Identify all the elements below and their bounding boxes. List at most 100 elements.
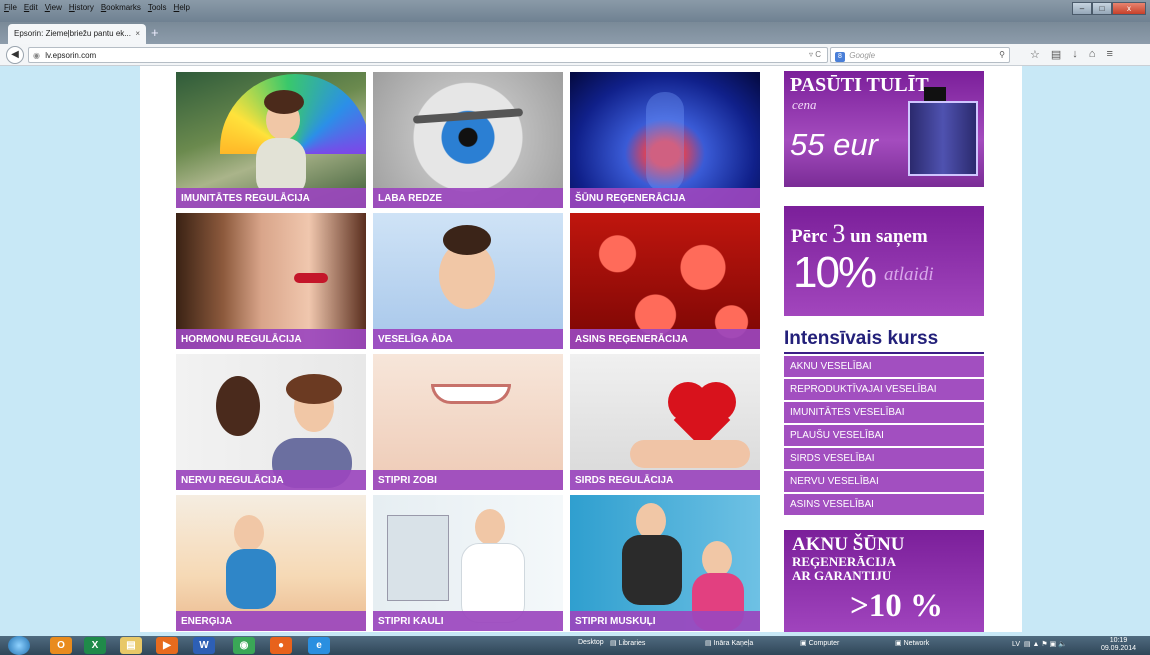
course-link-blood[interactable]: ASINS VESELĪBAI <box>784 494 984 515</box>
menu-help[interactable]: Help <box>174 3 190 12</box>
promo-line-3: AR GARANTIJU <box>792 568 892 583</box>
user-folder-taskbar-item[interactable]: ▤ Ināra Kaņeļa <box>705 639 753 647</box>
desktop-toolbar-label[interactable]: Desktop <box>578 639 604 646</box>
computer-label: Computer <box>808 640 840 647</box>
computer-taskbar-item[interactable]: ▣ Computer <box>800 639 839 647</box>
menu-tools[interactable]: Tools <box>148 3 167 12</box>
course-link-lungs[interactable]: PLAUŠU VESELĪBAI <box>784 425 984 446</box>
home-icon[interactable]: ⌂ <box>1089 48 1096 61</box>
promo-title: PASŪTI TULĪT <box>790 74 929 96</box>
bookmarks-list-icon[interactable]: ▤ <box>1051 48 1061 61</box>
minimize-button[interactable]: – <box>1072 2 1092 15</box>
course-link-nerves[interactable]: NERVU VESELĪBAI <box>784 471 984 492</box>
excel-icon[interactable]: X <box>84 637 106 654</box>
navigation-bar: ◀ ◉ lv.epsorin.com ▿ C 8 Google ⚲ ☆ ▤ ↓ … <box>0 44 1150 66</box>
liver-regeneration-banner[interactable]: AKNU ŠŪNU REĢENERĀCIJA AR GARANTIJU >10 … <box>784 530 984 632</box>
product-bottle-image <box>908 101 978 176</box>
tile-label: HORMONU REGULĀCIJA <box>176 329 366 349</box>
tab-close-icon[interactable]: × <box>135 29 140 39</box>
promo-title-prefix: Pērc <box>791 226 828 247</box>
download-icon[interactable]: ↓ <box>1072 48 1078 61</box>
tile-label: NERVU REGULĀCIJA <box>176 470 366 490</box>
tile-label: SIRDS REGULĀCIJA <box>570 470 760 490</box>
url-text: lv.epsorin.com <box>45 51 97 60</box>
tile-immunity[interactable]: IMUNITĀTES REGULĀCIJA <box>176 72 366 208</box>
tile-bones[interactable]: STIPRI KAULI <box>373 495 563 631</box>
system-tray: LV ▤ ▲ ⚑ ▣ 🔈 <box>1012 641 1067 648</box>
outlook-icon[interactable]: O <box>50 637 72 654</box>
course-list: AKNU VESELĪBAI REPRODUKTĪVAJAI VESELĪBAI… <box>784 356 984 517</box>
tab-strip: Epsorin: Ziemeļbriežu pantu ek... × + <box>0 22 1150 44</box>
menu-file[interactable]: File <box>4 3 17 12</box>
hair-shape <box>443 225 491 255</box>
language-indicator[interactable]: LV <box>1012 641 1020 648</box>
libraries-taskbar-item[interactable]: ▤ Libraries <box>610 639 645 647</box>
reload-icon[interactable]: ▿ C <box>809 50 821 59</box>
new-tab-button[interactable]: + <box>151 25 159 40</box>
menu-bar: File Edit View History Bookmarks Tools H… <box>4 3 190 12</box>
lips-shape <box>294 273 328 283</box>
tile-hormones[interactable]: HORMONU REGULĀCIJA <box>176 213 366 349</box>
menu-history[interactable]: History <box>69 3 94 12</box>
word-icon[interactable]: W <box>193 637 215 654</box>
promo-price: 55 eur <box>790 127 878 162</box>
address-bar[interactable]: ◉ lv.epsorin.com ▿ C <box>28 47 828 63</box>
promo-title: Pērc 3 un saņem <box>791 219 928 249</box>
network-label: Network <box>903 640 930 647</box>
menu-bookmarks[interactable]: Bookmarks <box>101 3 141 12</box>
close-window-button[interactable]: x <box>1112 2 1146 15</box>
tile-energy[interactable]: ENERĢIJA <box>176 495 366 631</box>
hair-shape <box>264 90 304 114</box>
teeth-shape <box>431 384 511 404</box>
menu-edit[interactable]: Edit <box>24 3 38 12</box>
search-input[interactable]: 8 Google ⚲ <box>830 47 1010 63</box>
xray-film-icon <box>387 515 449 601</box>
hair-shape <box>286 374 342 404</box>
clock-date: 09.09.2014 <box>1100 645 1136 652</box>
tile-heart[interactable]: SIRDS REGULĀCIJA <box>570 354 760 490</box>
media-player-icon[interactable]: ▶ <box>156 637 178 654</box>
tile-label: ŠŪNU REĢENERĀCIJA <box>570 188 760 208</box>
eyelid-shape <box>412 108 524 124</box>
menu-view[interactable]: View <box>45 3 62 12</box>
back-arrow-icon[interactable]: ◀ <box>6 46 24 64</box>
chrome-icon[interactable]: ◉ <box>233 637 255 654</box>
tile-label: STIPRI KAULI <box>373 611 563 631</box>
order-now-banner[interactable]: PASŪTI TULĪT cena 55 eur <box>784 71 984 187</box>
woman-face-image <box>234 515 264 551</box>
firefox-icon[interactable]: ● <box>270 637 292 654</box>
discount-banner[interactable]: Pērc 3 un saņem 10% atlaidi <box>784 206 984 316</box>
ie-icon[interactable]: e <box>308 637 330 654</box>
tile-label: ENERĢIJA <box>176 611 366 631</box>
tile-blood[interactable]: ASINS REĢENERĀCIJA <box>570 213 760 349</box>
tile-teeth[interactable]: STIPRI ZOBI <box>373 354 563 490</box>
clock[interactable]: 10:19 09.09.2014 <box>1101 637 1136 653</box>
course-link-reproductive[interactable]: REPRODUKTĪVAJAI VESELĪBAI <box>784 379 984 400</box>
tile-label: ASINS REĢENERĀCIJA <box>570 329 760 349</box>
libraries-label: Libraries <box>618 640 646 647</box>
search-icon[interactable]: ⚲ <box>999 50 1005 59</box>
menu-icon[interactable]: ≡ <box>1106 48 1112 61</box>
web-page: IMUNITĀTES REGULĀCIJA LABA REDZE ŠŪNU RE… <box>140 66 1022 632</box>
course-link-immunity[interactable]: IMUNITĀTES VESELĪBAI <box>784 402 984 423</box>
neck-shape <box>646 92 684 192</box>
tile-cell-regeneration[interactable]: ŠŪNU REĢENERĀCIJA <box>570 72 760 208</box>
tile-vision[interactable]: LABA REDZE <box>373 72 563 208</box>
course-link-liver[interactable]: AKNU VESELĪBAI <box>784 356 984 377</box>
network-taskbar-item[interactable]: ▣ Network <box>895 639 929 647</box>
explorer-icon[interactable]: ▤ <box>120 637 142 654</box>
windows-taskbar: O X ▤ ▶ W ◉ ● e Desktop ▤ Libraries ▤ In… <box>0 636 1150 655</box>
browser-tab-epsorin[interactable]: Epsorin: Ziemeļbriežu pantu ek... × <box>8 24 146 44</box>
start-button-icon[interactable] <box>8 636 30 655</box>
course-link-heart[interactable]: SIRDS VESELĪBAI <box>784 448 984 469</box>
tile-label: IMUNITĀTES REGULĀCIJA <box>176 188 366 208</box>
maximize-button[interactable]: □ <box>1092 2 1112 15</box>
tile-nerves[interactable]: NERVU REGULĀCIJA <box>176 354 366 490</box>
tile-skin[interactable]: VESELĪGA ĀDA <box>373 213 563 349</box>
promo-percent: >10 % <box>850 588 944 624</box>
tile-muscles[interactable]: STIPRI MUSKUĻI <box>570 495 760 631</box>
tile-label: STIPRI ZOBI <box>373 470 563 490</box>
bookmark-star-icon[interactable]: ☆ <box>1030 48 1040 61</box>
tab-title: Epsorin: Ziemeļbriežu pantu ek... <box>14 29 131 38</box>
search-engine-icon[interactable]: 8 <box>835 52 845 62</box>
